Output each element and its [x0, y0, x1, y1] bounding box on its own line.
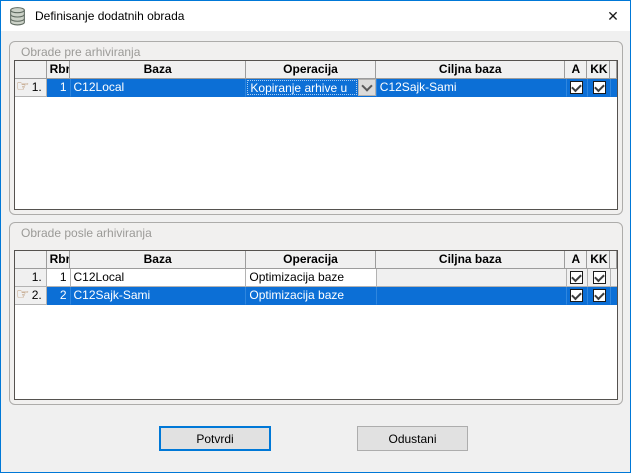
- cell-operacija[interactable]: Optimizacija baze: [246, 287, 376, 305]
- row-filler: [611, 79, 617, 97]
- checkbox-checked-icon[interactable]: [570, 81, 583, 94]
- cell-baza[interactable]: C12Sajk-Sami: [71, 287, 247, 305]
- dialog-window: Definisanje dodatnih obrada ✕ Obrade pre…: [0, 0, 631, 473]
- row-filler: [611, 269, 617, 287]
- checkmark-icon: [594, 271, 605, 282]
- chevron-down-icon: [361, 80, 372, 91]
- grid-header-row: Rbr Baza Operacija Ciljna baza A KK: [15, 251, 617, 269]
- cell-kk-checkbox[interactable]: [588, 269, 611, 287]
- cell-a-checkbox[interactable]: [567, 79, 589, 97]
- row-indicator: ☞ 1.: [15, 79, 47, 97]
- table-row[interactable]: 1. 1 C12Local Optimizacija baze: [15, 269, 617, 287]
- row-number: 1.: [32, 80, 42, 94]
- row-pointer-icon: ☞: [16, 79, 29, 96]
- header-a: A: [565, 61, 587, 79]
- close-button[interactable]: ✕: [596, 1, 630, 31]
- header-kk: KK: [587, 61, 610, 79]
- header-rbr: Rbr: [47, 61, 71, 79]
- row-number: 1.: [32, 270, 42, 284]
- database-icon: [9, 7, 26, 26]
- cell-ciljna-baza[interactable]: [377, 287, 567, 305]
- checkmark-icon: [572, 271, 583, 282]
- dropdown-button[interactable]: [358, 79, 376, 96]
- group-caption: Obrade posle arhiviranja: [21, 226, 152, 240]
- cell-operacija[interactable]: Optimizacija baze: [246, 269, 376, 287]
- checkbox-checked-icon[interactable]: [570, 271, 583, 284]
- row-indicator: 1.: [15, 269, 47, 287]
- checkmark-icon: [594, 81, 605, 92]
- window-title: Definisanje dodatnih obrada: [35, 9, 184, 23]
- row-filler: [611, 287, 617, 305]
- cell-kk-checkbox[interactable]: [588, 79, 611, 97]
- group-pre-arhiviranja: Obrade pre arhiviranja Rbr Baza Operacij…: [9, 41, 623, 215]
- cancel-button[interactable]: Odustani: [357, 426, 468, 451]
- cell-operacija[interactable]: Kopiranje arhive u: [246, 79, 376, 97]
- row-indicator: ☞ 2.: [15, 287, 47, 305]
- cell-a-checkbox[interactable]: [567, 269, 589, 287]
- checkbox-checked-icon[interactable]: [593, 271, 606, 284]
- cell-kk-checkbox[interactable]: [588, 287, 611, 305]
- header-ciljna-baza: Ciljna baza: [376, 251, 565, 269]
- post-grid: Rbr Baza Operacija Ciljna baza A KK 1. 1…: [14, 250, 618, 400]
- header-filler: [610, 61, 617, 79]
- header-rbr: Rbr: [47, 251, 71, 269]
- cell-rbr[interactable]: 2: [47, 287, 71, 305]
- confirm-button[interactable]: Potvrdi: [159, 426, 271, 451]
- cell-baza[interactable]: C12Local: [71, 79, 247, 97]
- checkmark-icon: [594, 289, 605, 300]
- title-bar: Definisanje dodatnih obrada ✕: [1, 1, 630, 31]
- header-ciljna-baza: Ciljna baza: [376, 61, 565, 79]
- header-filler: [610, 251, 617, 269]
- header-kk: KK: [587, 251, 610, 269]
- cell-rbr[interactable]: 1: [47, 79, 71, 97]
- header-indicator: [15, 251, 47, 269]
- cell-rbr[interactable]: 1: [47, 269, 71, 287]
- row-number: 2.: [32, 288, 42, 302]
- cell-a-checkbox[interactable]: [567, 287, 589, 305]
- cell-ciljna-baza[interactable]: [377, 269, 567, 287]
- operation-combobox[interactable]: Kopiranje arhive u: [247, 80, 356, 95]
- header-indicator: [15, 61, 47, 79]
- grid-header-row: Rbr Baza Operacija Ciljna baza A KK: [15, 61, 617, 79]
- table-row[interactable]: ☞ 1. 1 C12Local Kopiranje arhive u C12Sa…: [15, 79, 617, 97]
- cell-ciljna-baza[interactable]: C12Sajk-Sami: [377, 79, 567, 97]
- row-pointer-icon: ☞: [16, 287, 29, 304]
- header-operacija: Operacija: [246, 251, 376, 269]
- checkbox-checked-icon[interactable]: [593, 81, 606, 94]
- checkmark-icon: [572, 289, 583, 300]
- header-a: A: [565, 251, 587, 269]
- header-operacija: Operacija: [246, 61, 376, 79]
- group-posle-arhiviranja: Obrade posle arhiviranja Rbr Baza Operac…: [9, 222, 623, 405]
- cell-baza[interactable]: C12Local: [71, 269, 247, 287]
- header-baza: Baza: [70, 61, 246, 79]
- checkbox-checked-icon[interactable]: [570, 289, 583, 302]
- pre-grid: Rbr Baza Operacija Ciljna baza A KK ☞ 1.…: [14, 60, 618, 210]
- checkmark-icon: [572, 81, 583, 92]
- table-row[interactable]: ☞ 2. 2 C12Sajk-Sami Optimizacija baze: [15, 287, 617, 305]
- group-caption: Obrade pre arhiviranja: [21, 45, 140, 59]
- header-baza: Baza: [70, 251, 246, 269]
- checkbox-checked-icon[interactable]: [593, 289, 606, 302]
